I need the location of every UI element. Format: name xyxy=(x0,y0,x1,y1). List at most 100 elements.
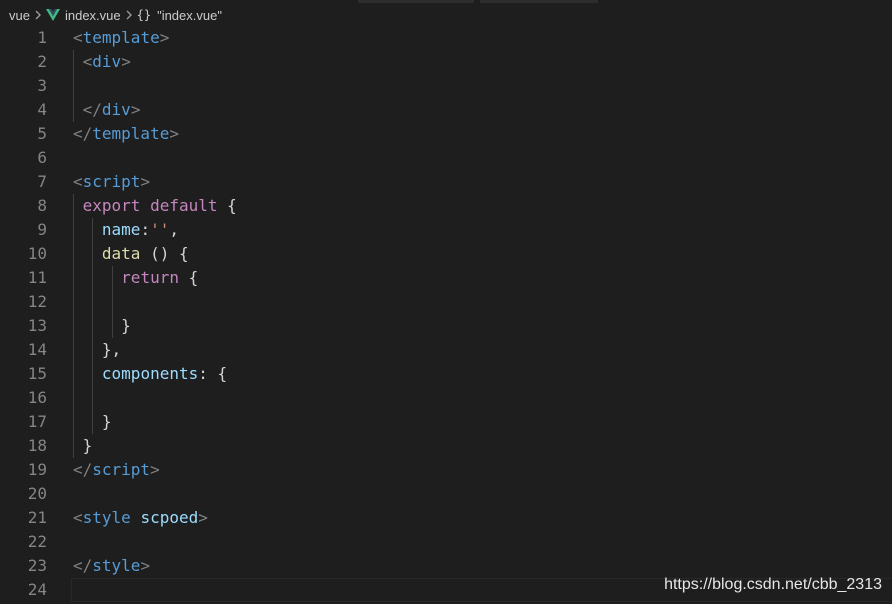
code-token: return xyxy=(121,268,179,287)
line-number: 14 xyxy=(27,340,47,359)
code-line[interactable]: 11 return { xyxy=(0,266,892,290)
code-line[interactable]: 10 data () { xyxy=(0,242,892,266)
line-number: 17 xyxy=(27,412,47,431)
code-line[interactable]: 7 <script> xyxy=(0,170,892,194)
code-line[interactable]: 16 xyxy=(0,386,892,410)
code-token: < xyxy=(82,52,93,71)
line-number: 20 xyxy=(27,484,47,503)
vue-logo-icon xyxy=(45,9,60,21)
indent-guide xyxy=(73,194,74,458)
code-line[interactable]: 19 </script> xyxy=(0,458,892,482)
code-line[interactable]: 17 } xyxy=(0,410,892,434)
line-number: 7 xyxy=(37,172,47,191)
code-line[interactable]: 14 }, xyxy=(0,338,892,362)
code-line[interactable]: 18 } xyxy=(0,434,892,458)
code-token: , xyxy=(169,220,179,239)
line-text: }, xyxy=(73,338,121,362)
code-token: script xyxy=(82,172,141,191)
code-token: '' xyxy=(150,220,170,239)
code-lines[interactable]: 1 <template> 2 <div> 3 4 </div> 5 </template> 6… xyxy=(0,26,892,602)
code-token: components xyxy=(101,364,199,383)
indent-guide xyxy=(92,218,94,434)
line-number: 23 xyxy=(27,556,47,575)
code-token: data xyxy=(101,244,141,263)
line-text: <template> xyxy=(73,26,169,50)
line-number: 3 xyxy=(37,76,47,95)
line-number: 15 xyxy=(27,364,47,383)
code-token: name xyxy=(101,220,141,239)
code-token: > xyxy=(198,508,208,527)
code-line[interactable]: 23 </style> xyxy=(0,554,892,578)
indent-guide xyxy=(73,50,74,122)
line-number: 6 xyxy=(37,148,47,167)
code-token: () { xyxy=(140,244,189,263)
line-text: <div> xyxy=(73,50,131,74)
code-token: > xyxy=(140,556,151,575)
code-token: }, xyxy=(73,340,122,359)
code-token: </ xyxy=(73,460,93,479)
line-number: 21 xyxy=(27,508,47,527)
code-line[interactable]: 6 xyxy=(0,146,892,170)
chevron-right-icon xyxy=(34,10,42,20)
code-token: } xyxy=(73,316,131,335)
code-token: < xyxy=(73,172,83,191)
code-line[interactable]: 4 </div> xyxy=(0,98,892,122)
line-number: 9 xyxy=(37,220,47,239)
code-line[interactable]: 20 xyxy=(0,482,892,506)
code-token: : xyxy=(140,220,151,239)
code-line[interactable]: 22 xyxy=(0,530,892,554)
code-token: </ xyxy=(82,100,102,119)
code-token: > xyxy=(169,124,179,143)
code-line[interactable]: 21 <style scpoed> xyxy=(0,506,892,530)
line-number: 2 xyxy=(37,52,47,71)
code-line[interactable]: 13 } xyxy=(0,314,892,338)
code-token: div xyxy=(92,52,122,71)
code-line[interactable]: 5 </template> xyxy=(0,122,892,146)
code-token: { xyxy=(217,196,237,215)
code-token: template xyxy=(82,28,160,47)
line-text: components: { xyxy=(73,362,227,386)
code-editor[interactable]: vue index.vue {} "index.vue" 1 <template>… xyxy=(0,0,892,604)
code-token: div xyxy=(101,100,131,119)
code-token: { xyxy=(178,268,199,287)
code-token: < xyxy=(73,28,83,47)
code-line[interactable]: 1 <template> xyxy=(0,26,892,50)
breadcrumb-file[interactable]: index.vue xyxy=(65,8,121,23)
tab-strip-shadow xyxy=(358,0,598,3)
line-number: 5 xyxy=(37,124,47,143)
code-token: default xyxy=(150,196,218,215)
code-token: template xyxy=(92,124,170,143)
code-line[interactable]: 12 xyxy=(0,290,892,314)
breadcrumb-folder[interactable]: vue xyxy=(9,8,30,23)
line-number: 24 xyxy=(27,580,47,599)
line-number: 11 xyxy=(27,268,47,287)
breadcrumb-symbol[interactable]: "index.vue" xyxy=(157,8,222,23)
line-text: } xyxy=(73,434,93,458)
code-line[interactable]: 15 components: { xyxy=(0,362,892,386)
code-token: style xyxy=(92,556,141,575)
line-number: 22 xyxy=(27,532,47,551)
code-line[interactable]: 3 xyxy=(0,74,892,98)
code-token: script xyxy=(92,460,151,479)
code-token: export xyxy=(82,196,141,215)
code-line[interactable]: 2 <div> xyxy=(0,50,892,74)
code-line[interactable]: 9 name:'', xyxy=(0,218,892,242)
line-text: name:'', xyxy=(73,218,179,242)
watermark: https://blog.csdn.net/cbb_2313 xyxy=(664,576,882,593)
line-text: </div> xyxy=(73,98,141,122)
code-token: > xyxy=(121,52,131,71)
curly-braces-icon: {} xyxy=(136,8,152,22)
line-text: data () { xyxy=(73,242,189,266)
code-token: > xyxy=(130,100,141,119)
code-token: scpoed xyxy=(140,508,199,527)
line-number: 19 xyxy=(27,460,47,479)
code-line[interactable]: 8 export default { xyxy=(0,194,892,218)
line-text: </script> xyxy=(73,458,160,482)
line-number: 16 xyxy=(27,388,47,407)
